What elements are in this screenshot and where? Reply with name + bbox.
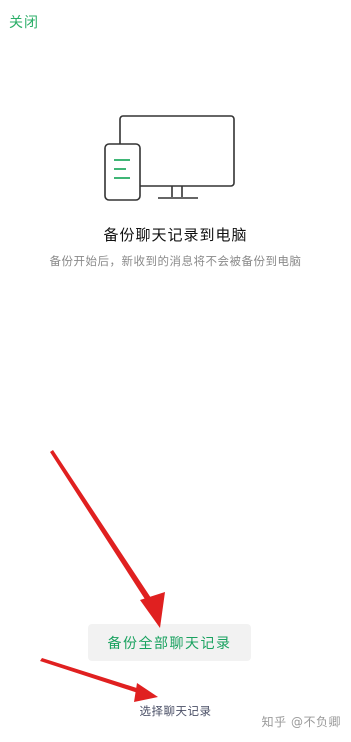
annotation-arrowhead-bottom [134,683,158,702]
annotation-arrowhead-top [140,592,165,628]
watermark: 知乎 @不负卿 [261,715,341,729]
close-button[interactable]: 关闭 [9,12,39,32]
page-subtitle: 备份开始后，新收到的消息将不会被备份到电脑 [49,254,302,268]
monitor-phone-icon [104,115,235,201]
page-title: 备份聊天记录到电脑 [103,226,248,244]
annotation-arrow-top [50,450,155,607]
backup-screen: 关闭 备份聊天记录到电脑 备份开始后，新收到的消息将不会被备份到电脑 备份全部聊… [0,0,351,742]
backup-all-button[interactable]: 备份全部聊天记录 [88,624,251,661]
annotation-arrow-bottom [40,658,143,694]
